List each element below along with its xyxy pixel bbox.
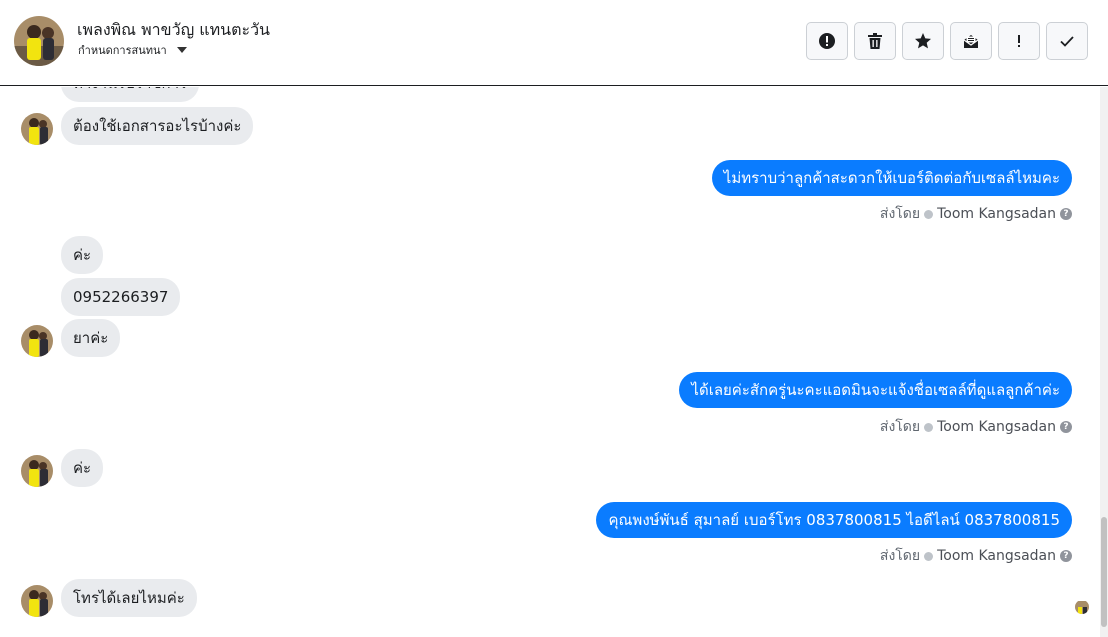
status-icon [924, 209, 934, 219]
contact-avatar-small [21, 325, 53, 357]
status-icon [924, 551, 934, 561]
check-icon [1060, 36, 1074, 47]
incoming-message: ค่ะ [61, 236, 104, 274]
delete-button[interactable] [854, 22, 896, 60]
incoming-message: ทางานรับราชการ [61, 87, 200, 102]
incoming-message: โทรได้เลยไหมค่ะ [61, 579, 197, 617]
contact-avatar-small [21, 113, 53, 145]
alert-circle-icon [819, 33, 835, 49]
sent-by-label: ส่งโดย [879, 548, 921, 564]
contact-avatar[interactable] [14, 16, 64, 66]
sent-by-info: ส่งโดย Toom Kangsadan ? [880, 545, 1072, 567]
scrollbar-thumb[interactable] [1101, 517, 1107, 627]
exclamation-icon [1018, 35, 1020, 47]
agent-name[interactable]: Toom Kangsadan [937, 548, 1056, 564]
outgoing-message: คุณพงษ์พันธ์ สุมาลย์ เบอร์โทร 0837800815… [596, 502, 1072, 538]
conversation-header: เพลงพิณ พาขวัญ แทนตะวัน กำหนดการสนทนา [0, 0, 1108, 86]
help-icon[interactable]: ? [1060, 421, 1072, 433]
thread-scrollbar[interactable] [1100, 87, 1108, 637]
sent-by-label: ส่งโดย [879, 206, 921, 222]
incoming-message: ค่ะ [61, 449, 104, 487]
mark-unread-icon [963, 35, 979, 48]
sent-by-label: ส่งโดย [879, 419, 921, 435]
alert-button[interactable] [806, 22, 848, 60]
outgoing-message: ไม่ทราบว่าลูกค้าสะดวกให้เบอร์ติดต่อกับเซ… [711, 160, 1072, 196]
chevron-down-icon [176, 47, 187, 53]
spam-button[interactable] [998, 22, 1040, 60]
contact-name: เพลงพิณ พาขวัญ แทนตะวัน [77, 20, 270, 39]
incoming-message: ต้องใช้เอกสารอะไรบ้างค่ะ [61, 107, 254, 145]
sent-by-info: ส่งโดย Toom Kangsadan ? [880, 203, 1072, 225]
status-icon [924, 422, 934, 432]
contact-avatar-small [21, 585, 53, 617]
mark-done-button[interactable] [1046, 22, 1088, 60]
conversation-toolbar [806, 22, 1088, 60]
agent-name[interactable]: Toom Kangsadan [937, 419, 1056, 435]
sent-by-info: ส่งโดย Toom Kangsadan ? [880, 416, 1072, 438]
help-icon[interactable]: ? [1060, 550, 1072, 562]
star-icon [915, 33, 931, 49]
message-thread[interactable]: ทางานรับราชการ ต้องใช้เอกสารอะไรบ้างค่ะ … [0, 87, 1100, 637]
contact-avatar-small [21, 455, 53, 487]
incoming-message: 0952266397 [61, 278, 181, 316]
agent-name[interactable]: Toom Kangsadan [937, 206, 1056, 222]
trash-icon [868, 33, 882, 49]
assign-conversation-dropdown[interactable]: กำหนดการสนทนา [78, 41, 187, 59]
help-icon[interactable]: ? [1060, 208, 1072, 220]
mark-unread-button[interactable] [950, 22, 992, 60]
seen-avatar-icon [1075, 600, 1089, 614]
assign-label: กำหนดการสนทนา [78, 44, 167, 57]
outgoing-message: ได้เลยค่ะสักครู่นะคะแอดมินจะแจ้งชื่อเซลล… [679, 372, 1072, 408]
incoming-message: ยาค่ะ [61, 319, 121, 357]
star-button[interactable] [902, 22, 944, 60]
